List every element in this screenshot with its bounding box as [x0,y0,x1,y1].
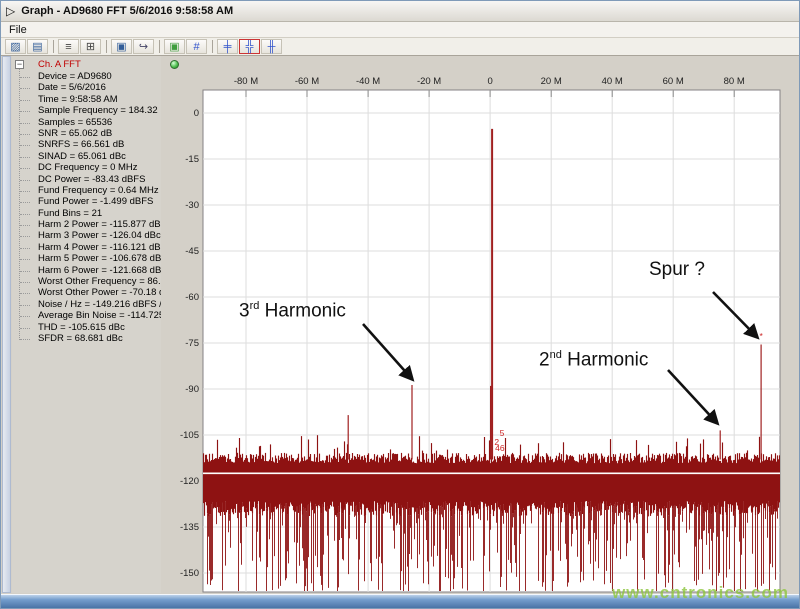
tree-item[interactable]: Harm 4 Power = -116.121 dBc [12,242,161,253]
tree-item[interactable]: Device = AD9680 [12,71,161,82]
svg-text:40 M: 40 M [602,76,623,87]
tree-item[interactable]: Noise / Hz = -149.216 dBFS / Hz [12,299,161,310]
annotation-harmonic-2: 2nd Harmonic [539,349,649,371]
tree-item[interactable]: SNRFS = 66.561 dB [12,139,161,150]
tree-item[interactable]: Fund Power = -1.499 dBFS [12,196,161,207]
fft-stats-panel: − Ch. A FFT Device = AD9680 Date = 5/6/20… [12,56,162,593]
tree-item[interactable]: Worst Other Power = -70.18 dBFS [12,287,161,298]
graph-image-button[interactable]: ▨ [5,39,26,54]
graph-form-button[interactable]: ▤ [27,39,48,54]
annotation-spur: Spur ? [649,259,705,280]
tree-root-label: Ch. A FFT [38,59,81,70]
tree-item[interactable]: Harm 3 Power = -126.04 dBc [12,230,161,241]
svg-text:-60 M: -60 M [295,76,319,87]
svg-text:-60: -60 [185,292,199,303]
window-title: Graph - AD9680 FFT 5/6/2016 9:58:58 AM [21,5,234,17]
tree-item[interactable]: SINAD = 65.061 dBc [12,151,161,162]
tree-item[interactable]: Date = 5/6/2016 [12,82,161,93]
tree-root-ch-a-fft[interactable]: − Ch. A FFT [12,58,161,71]
svg-text:-45: -45 [185,246,199,257]
svg-text:-150: -150 [180,568,199,579]
input-settings-button[interactable]: ⊞ [80,39,101,54]
tree-item[interactable]: SFDR = 68.681 dBc [12,333,161,344]
toolbar-separator [53,40,54,53]
svg-text:-75: -75 [185,338,199,349]
export-button[interactable]: ↪ [133,39,154,54]
tree-item[interactable]: Harm 6 Power = -121.668 dBc [12,265,161,276]
app-window: ▷ Graph - AD9680 FFT 5/6/2016 9:58:58 AM… [0,0,800,609]
tree-item[interactable]: DC Frequency = 0 MHz [12,162,161,173]
svg-text:-15: -15 [185,154,199,165]
pause-updates-button[interactable]: ▣ [164,39,185,54]
tree-item[interactable]: SNR = 65.062 dB [12,128,161,139]
svg-text:5: 5 [500,428,505,438]
fit-all-button[interactable]: ╬ [239,39,260,54]
svg-text:20 M: 20 M [541,76,562,87]
left-scrollbar[interactable] [2,56,11,593]
tree-item[interactable]: THD = -105.615 dBc [12,322,161,333]
svg-text:0: 0 [487,76,492,87]
tree-item[interactable]: Harm 2 Power = -115.877 dBc [12,219,161,230]
svg-text:-120: -120 [180,476,199,487]
tree-item[interactable]: Worst Other Frequency = 86.31 MHz [12,276,161,287]
toolbar-separator [212,40,213,53]
fft-chart: -80 M -60 M -40 M -20 M 0 20 M 40 M 60 M 80 M 0 -1… [180,76,781,593]
tree-item[interactable]: Fund Bins = 21 [12,208,161,219]
menu-file[interactable]: File [1,23,35,37]
tree-collapse-icon[interactable]: − [15,60,24,69]
svg-text:-80 M: -80 M [234,76,258,87]
title-bar: ▷ Graph - AD9680 FFT 5/6/2016 9:58:58 AM [1,1,799,22]
svg-text:-30: -30 [185,200,199,211]
svg-text:60 M: 60 M [663,76,684,87]
toolbar-separator [159,40,160,53]
toolbar: ▨ ▤ ≡ ⊞ ▣ ↪ ▣ # ╪ ╬ ╫ [1,38,799,56]
fft-plot-panel: -80 M -60 M -40 M -20 M 0 20 M 40 M 60 M 80 M 0 -1… [166,56,799,597]
tree-item[interactable]: Average Bin Noise = -114.725 dBFS [12,310,161,321]
tree-item[interactable]: Time = 9:58:58 AM [12,94,161,105]
fit-vertical-button[interactable]: ╫ [261,39,282,54]
svg-text:-20 M: -20 M [417,76,441,87]
svg-text:-105: -105 [180,430,199,441]
toggle-grid-button[interactable]: # [186,39,207,54]
properties-list-button[interactable]: ≡ [58,39,79,54]
svg-text:0: 0 [194,108,199,119]
annotation-harmonic-3: 3rd Harmonic [239,300,346,322]
svg-text:-90: -90 [185,384,199,395]
app-icon: ▷ [6,4,16,18]
tree-item[interactable]: Samples = 65536 [12,117,161,128]
svg-text:-135: -135 [180,522,199,533]
tree-item[interactable]: DC Power = -83.43 dBFS [12,174,161,185]
svg-text:80 M: 80 M [724,76,745,87]
tree-item[interactable]: Fund Frequency = 0.64 MHz [12,185,161,196]
svg-text:-40 M: -40 M [356,76,380,87]
svg-text:46: 46 [495,443,505,453]
watermark-text: www.cntronics.com [612,583,789,602]
content-area: − Ch. A FFT Device = AD9680 Date = 5/6/20… [1,56,799,597]
menu-bar: File [1,22,799,38]
tree-item[interactable]: Sample Frequency = 184.32 MHz [12,105,161,116]
fit-horizontal-button[interactable]: ╪ [217,39,238,54]
toolbar-separator [106,40,107,53]
tree-items: Device = AD9680 Date = 5/6/2016 Time = 9:5… [12,69,161,344]
tree-item[interactable]: Harm 5 Power = -106.678 dBc [12,253,161,264]
save-button[interactable]: ▣ [111,39,132,54]
